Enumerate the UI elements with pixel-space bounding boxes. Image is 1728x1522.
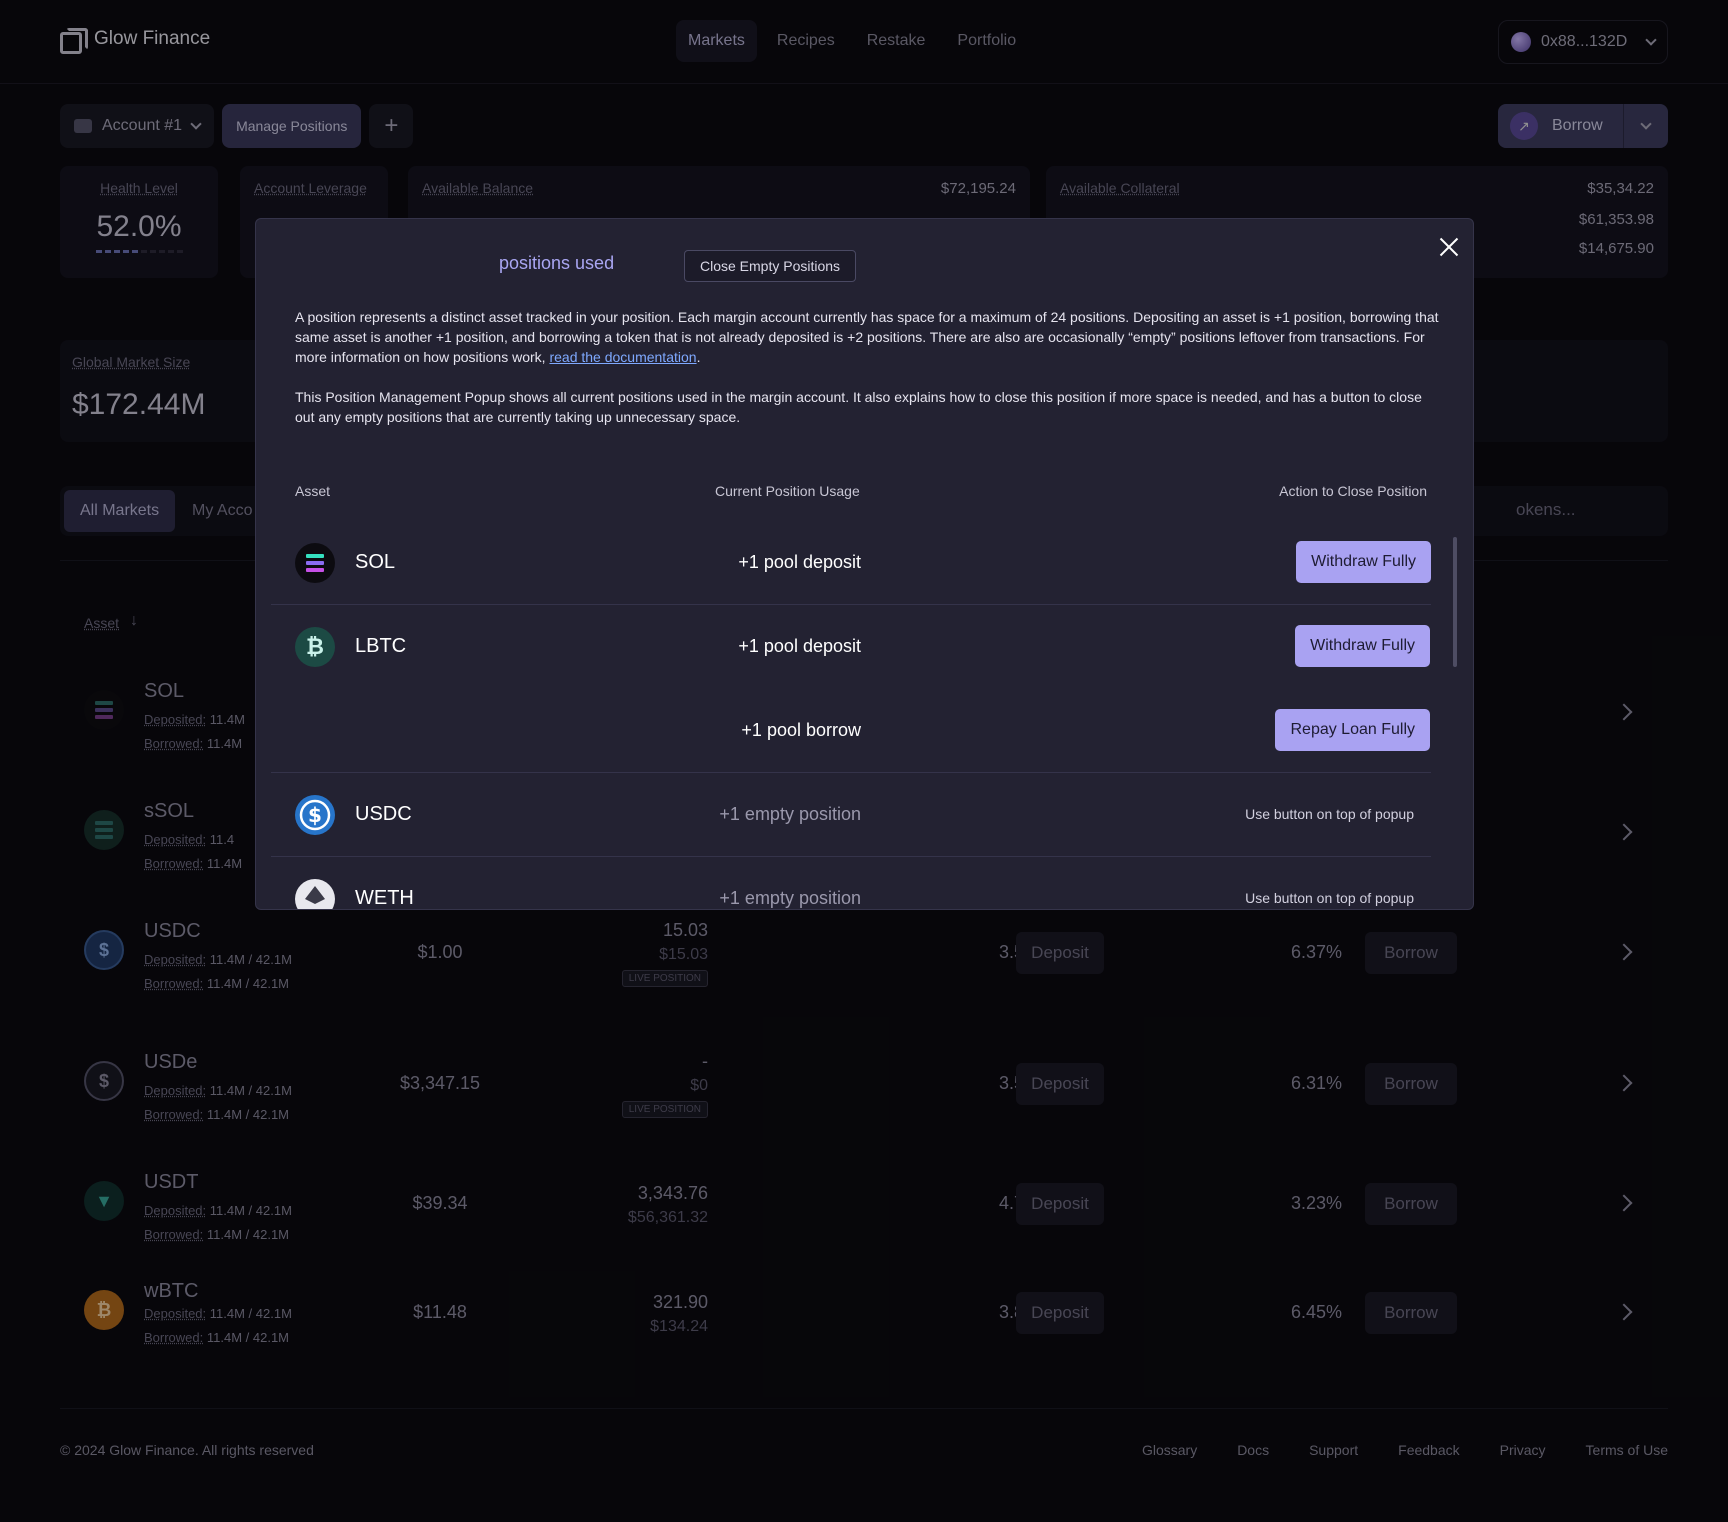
modal-explanation: This Position Management Popup shows all…	[295, 389, 1422, 425]
position-usage: +1 pool deposit	[738, 636, 861, 656]
withdraw-fully-button[interactable]: Withdraw Fully	[1296, 541, 1431, 583]
col-asset: Asset	[295, 483, 331, 499]
position-row: WETH +1 empty position Use button on top…	[271, 857, 1431, 909]
position-row: $ USDC +1 empty position Use button on t…	[271, 773, 1431, 857]
withdraw-fully-button[interactable]: Withdraw Fully	[1295, 625, 1430, 667]
position-asset: LBTC	[355, 635, 407, 657]
weth-token-icon	[295, 879, 335, 909]
position-usage: +1 pool borrow	[741, 720, 861, 740]
usdc-token-icon: $	[295, 795, 335, 835]
position-usage: +1 empty position	[719, 888, 861, 908]
position-asset: USDC	[355, 803, 412, 825]
sol-token-icon	[295, 543, 335, 583]
documentation-link[interactable]: read the documentation	[549, 349, 696, 365]
position-usage: +1 empty position	[719, 804, 861, 824]
position-usage: +1 pool deposit	[738, 552, 861, 572]
position-row: ₿ LBTC +1 pool deposit Withdraw Fully	[271, 605, 1431, 689]
close-empty-positions-button[interactable]: Close Empty Positions	[684, 250, 857, 282]
position-management-modal: positions used Close Empty Positions A p…	[255, 218, 1474, 910]
modal-description: A position represents a distinct asset t…	[295, 309, 1439, 365]
position-asset: SOL	[355, 551, 396, 573]
col-usage: Current Position Usage	[715, 483, 860, 499]
svg-text:$: $	[308, 803, 322, 827]
modal-title: positions used	[499, 253, 615, 273]
close-hint: Use button on top of popup	[1245, 806, 1414, 822]
position-row: SOL +1 pool deposit Withdraw Fully	[271, 521, 1431, 605]
position-asset: WETH	[355, 887, 414, 909]
repay-loan-fully-button[interactable]: Repay Loan Fully	[1275, 709, 1430, 751]
close-icon[interactable]	[1436, 234, 1462, 260]
lbtc-token-icon: ₿	[295, 627, 335, 667]
position-row: +1 pool borrow Repay Loan Fully	[271, 689, 1431, 773]
positions-list[interactable]: SOL +1 pool deposit Withdraw Fully ₿ LBT…	[271, 521, 1431, 909]
col-action: Action to Close Position	[1279, 483, 1427, 499]
close-hint: Use button on top of popup	[1245, 890, 1414, 906]
positions-scrollbar[interactable]	[1453, 537, 1457, 667]
